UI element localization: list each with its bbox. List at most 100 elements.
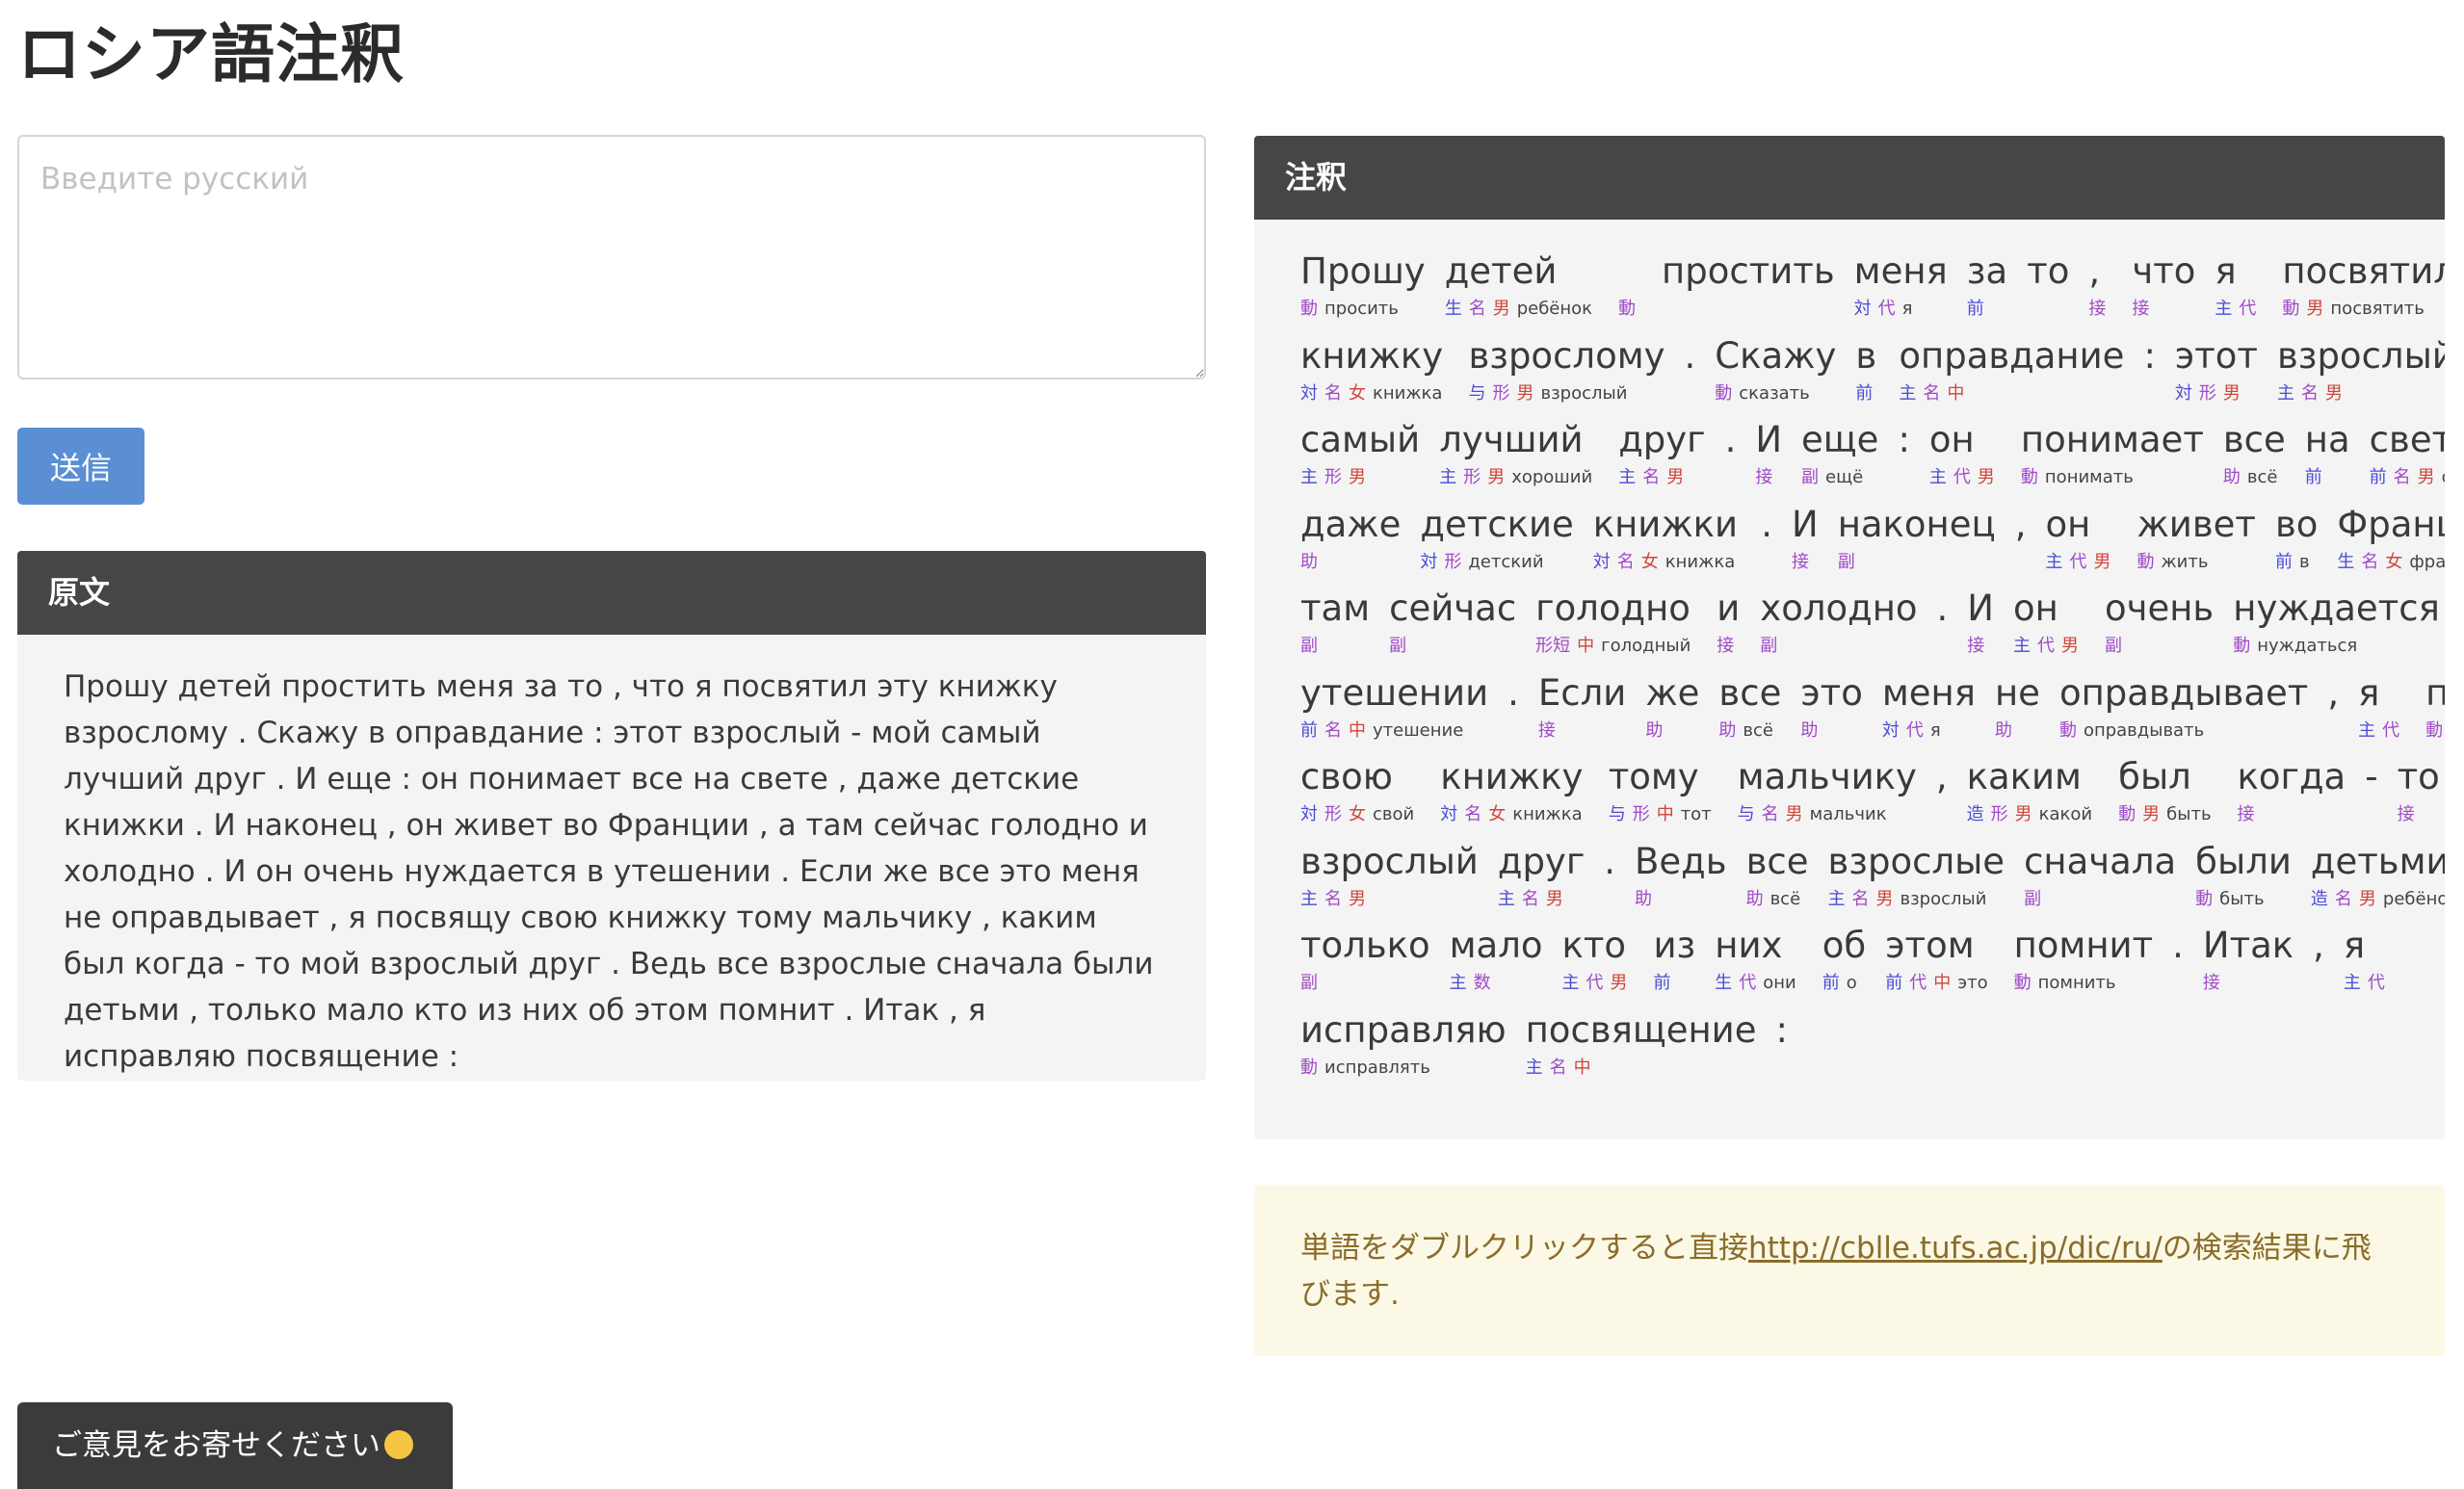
annotated-word[interactable]: . <box>1761 500 1772 585</box>
annotated-word[interactable]: Ведь 助 <box>1635 837 1727 922</box>
annotated-word[interactable]: были 動 быть <box>2195 837 2292 922</box>
annotated-word[interactable]: я主代 <box>2358 668 2406 753</box>
annotated-word[interactable]: . <box>1725 415 1737 500</box>
annotated-word[interactable]: меня 対代 я <box>1854 247 1948 331</box>
annotated-word[interactable]: посвятил 動男 посвятить <box>2282 247 2445 331</box>
annotated-word[interactable]: . <box>2172 921 2184 1006</box>
annotated-word[interactable]: Скажу 動 сказать <box>1715 331 1836 416</box>
annotated-word[interactable]: : <box>1898 415 1909 500</box>
annotated-word[interactable]: взрослые 主名男 взрослый <box>1828 837 2005 922</box>
annotated-word[interactable]: все 助 всё <box>1746 837 1809 922</box>
annotated-word[interactable]: взрослый 主名男 <box>2277 331 2445 416</box>
annotated-word[interactable]: . <box>1507 668 1519 753</box>
annotated-word[interactable]: сначала 副 <box>2024 837 2176 922</box>
annotated-word[interactable]: детьми 造名男 ребёнок <box>2311 837 2445 922</box>
annotated-word[interactable]: И接 <box>1967 584 1994 668</box>
annotated-word[interactable]: понимает 動 понимать <box>2021 415 2204 500</box>
annotated-word[interactable]: помнит 動 помнить <box>2014 921 2154 1006</box>
annotated-word[interactable]: этом 前代中 это <box>1885 921 1994 1006</box>
annotated-word[interactable]: на 前 <box>2305 415 2350 500</box>
annotated-word[interactable]: них 生代 они <box>1715 921 1802 1006</box>
annotated-word[interactable]: детские 対形 детский <box>1420 500 1573 585</box>
annotated-word[interactable]: друг 主名男 <box>1498 837 1585 922</box>
annotated-word[interactable]: 動 <box>1618 247 1642 331</box>
annotated-word[interactable]: оправдание 主名中 <box>1899 331 2124 416</box>
submit-button[interactable]: 送信 <box>17 428 144 505</box>
annotated-word[interactable]: и接 <box>1717 584 1741 668</box>
annotated-word[interactable]: детей 生名男 ребёнок <box>1445 247 1599 331</box>
annotated-word[interactable]: . <box>1937 584 1949 668</box>
annotated-word[interactable]: книжки 対名女 книжка <box>1593 500 1742 585</box>
annotated-word[interactable]: Франции 生名女 франция <box>2337 500 2445 585</box>
annotated-word[interactable]: мало 主数 <box>1450 921 1543 1006</box>
annotated-word[interactable]: только 副 <box>1300 921 1430 1006</box>
annotated-word[interactable]: во 前 в <box>2275 500 2318 585</box>
annotated-word[interactable]: : <box>1775 1006 1787 1090</box>
annotated-word[interactable]: , <box>2327 668 2339 753</box>
annotated-word[interactable]: сейчас 副 <box>1389 584 1516 668</box>
annotated-word[interactable]: из 前 <box>1654 921 1696 1006</box>
annotated-word[interactable]: мальчику 与名男 мальчик <box>1738 752 1917 837</box>
annotated-word[interactable]: взрослому 与形男 взрослый <box>1468 331 1665 416</box>
annotated-word[interactable]: простить <box>1662 247 1835 331</box>
annotated-word[interactable]: ,接 <box>2088 247 2112 331</box>
annotated-word[interactable]: утешении 前名中 утешение <box>1300 668 1488 753</box>
annotated-word[interactable]: : <box>2143 331 2155 416</box>
annotated-word[interactable]: посвящу 動посвятить <box>2425 668 2445 753</box>
annotated-word[interactable]: что 接 <box>2132 247 2195 331</box>
russian-input[interactable] <box>17 135 1206 379</box>
annotated-word[interactable]: Если 接 <box>1538 668 1626 753</box>
annotated-word[interactable]: он 主代男 <box>2045 500 2117 585</box>
annotated-word[interactable]: нуждается 動 нуждаться <box>2233 584 2440 668</box>
annotated-word[interactable]: там 副 <box>1300 584 1370 668</box>
annotated-word[interactable]: наконец 副 <box>1838 500 1996 585</box>
annotated-word[interactable]: , <box>2313 921 2324 1006</box>
annotated-word[interactable]: книжку 対名女 книжка <box>1440 752 1588 837</box>
annotated-word[interactable]: голодно 形短中 голодный <box>1535 584 1697 668</box>
annotated-word[interactable]: . <box>1604 837 1615 922</box>
feedback-button[interactable]: ご意見をお寄せください <box>17 1402 453 1489</box>
annotated-word[interactable]: . <box>1685 331 1696 416</box>
annotated-word[interactable]: , <box>2015 500 2027 585</box>
annotated-word[interactable]: исправляю 動 исправлять <box>1300 1006 1507 1090</box>
annotated-word[interactable]: друг 主名男 <box>1618 415 1705 500</box>
annotated-word[interactable]: то 接 <box>2398 752 2440 837</box>
annotated-word[interactable]: посвящение 主名中 <box>1526 1006 1757 1090</box>
annotated-word[interactable]: я主代 <box>2215 247 2263 331</box>
annotated-word[interactable]: И接 <box>1792 500 1819 585</box>
annotated-word[interactable]: еще 副 ещё <box>1801 415 1878 500</box>
annotated-word[interactable]: же 助 <box>1645 668 1699 753</box>
dictionary-link[interactable]: http://cblle.tufs.ac.jp/dic/ru/ <box>1748 1231 2163 1266</box>
annotated-word[interactable]: все 助 всё <box>2223 415 2286 500</box>
annotated-word[interactable]: Итак 接 <box>2203 921 2294 1006</box>
annotated-word[interactable]: лучший 主形男 хороший <box>1439 415 1599 500</box>
annotated-word[interactable]: Прошу 動 просить <box>1300 247 1426 331</box>
annotated-word[interactable]: - <box>2365 752 2377 837</box>
annotated-word[interactable]: это 助 <box>1800 668 1863 753</box>
annotated-word[interactable]: был 動男 быть <box>2118 752 2217 837</box>
annotated-word[interactable]: он 主代男 <box>2013 584 2085 668</box>
annotated-word[interactable]: живет 動 жить <box>2136 500 2256 585</box>
annotated-word[interactable]: книжку 対名女 книжка <box>1300 331 1449 416</box>
annotated-word[interactable]: я主代 <box>2344 921 2392 1006</box>
annotated-word[interactable]: даже 助 <box>1300 500 1401 585</box>
annotated-word[interactable]: не 助 <box>1995 668 2040 753</box>
annotated-word[interactable]: взрослый 主名男 <box>1300 837 1479 922</box>
annotated-word[interactable]: холодно 副 <box>1760 584 1917 668</box>
annotated-word[interactable]: каким 造形男 какой <box>1967 752 2100 837</box>
annotated-word[interactable]: кто 主代男 <box>1562 921 1635 1006</box>
annotated-word[interactable]: в前 <box>1855 331 1879 416</box>
annotated-word[interactable]: оправдывает 動 оправдывать <box>2059 668 2308 753</box>
annotated-word[interactable]: он 主代男 <box>1929 415 2002 500</box>
annotated-word[interactable]: этот 対形男 <box>2175 331 2258 416</box>
annotated-word[interactable]: то <box>2027 247 2069 331</box>
annotated-word[interactable]: когда 接 <box>2238 752 2346 837</box>
annotated-word[interactable]: свете 前名男 свет <box>2370 415 2445 500</box>
annotated-word[interactable]: , <box>1936 752 1948 837</box>
annotated-word[interactable]: меня 対代 я <box>1882 668 1976 753</box>
annotated-word[interactable]: за 前 <box>1967 247 2007 331</box>
annotated-word[interactable]: об 前 о <box>1822 921 1866 1006</box>
annotated-word[interactable]: свою 対形女 свой <box>1300 752 1421 837</box>
annotated-word[interactable]: самый 主形男 <box>1300 415 1420 500</box>
annotated-word[interactable]: тому 与形中 тот <box>1609 752 1718 837</box>
